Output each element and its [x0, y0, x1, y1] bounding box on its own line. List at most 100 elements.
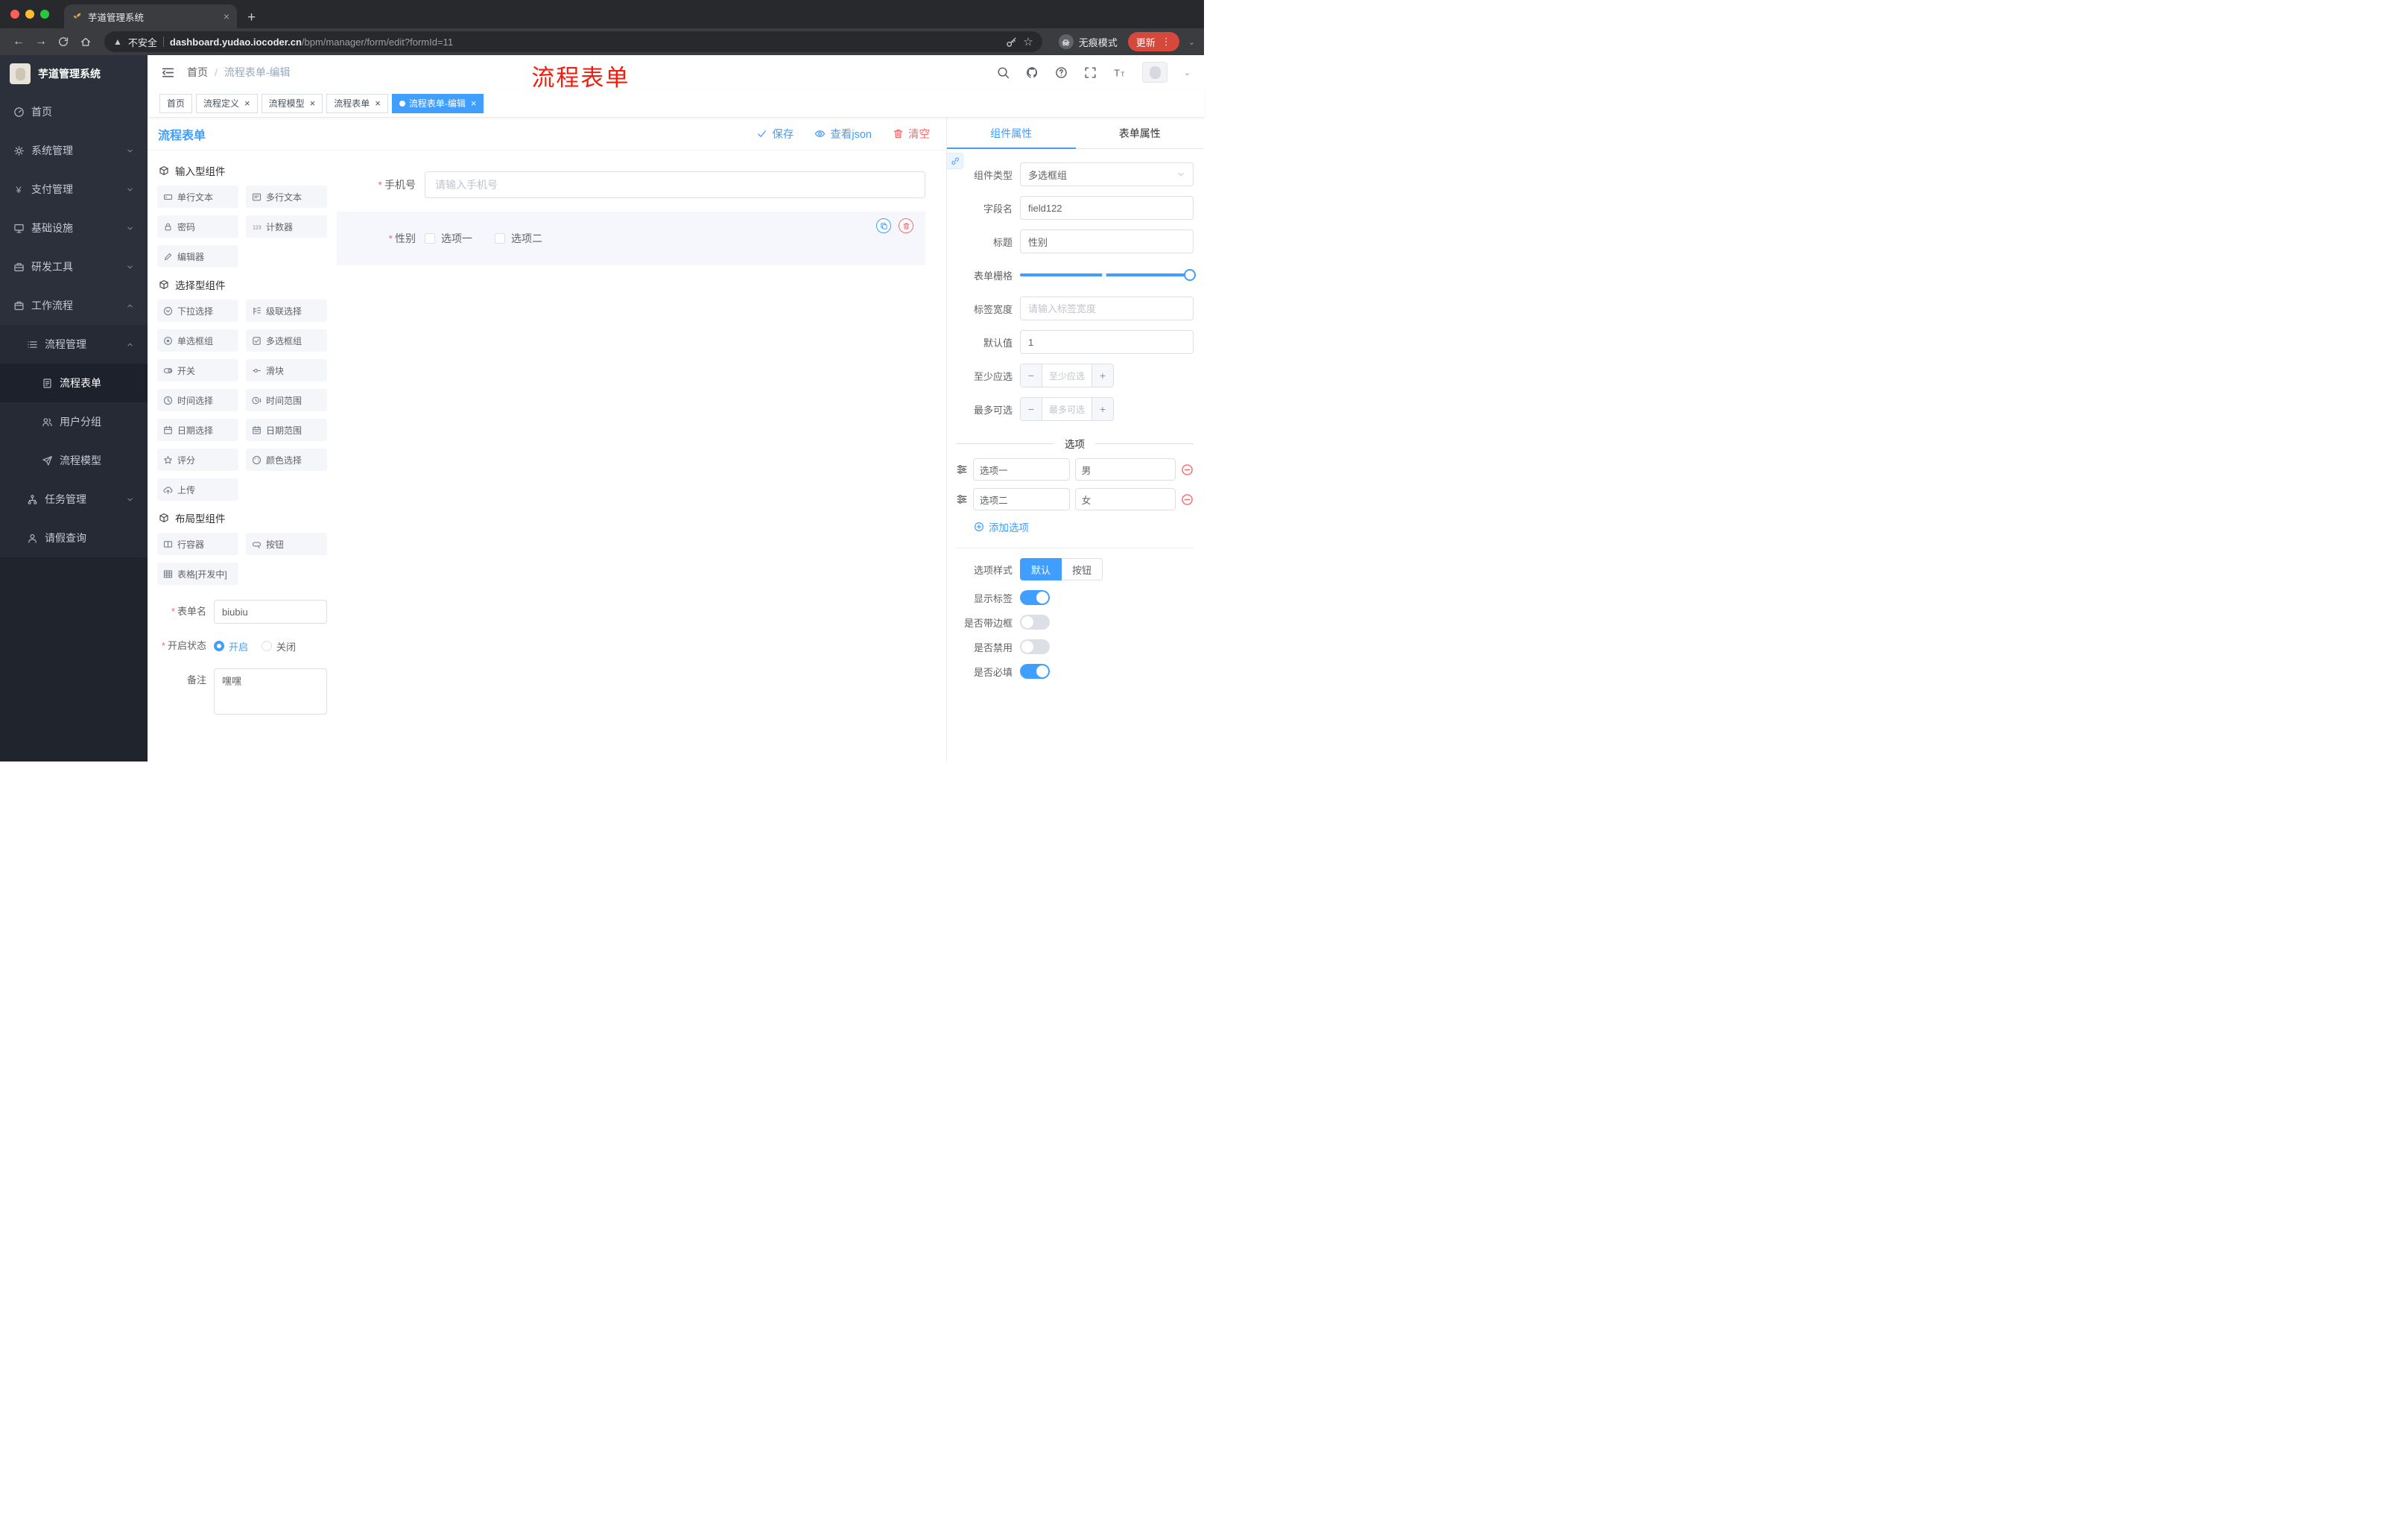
slider-track[interactable] — [1020, 269, 1196, 281]
palette-item-row-container[interactable]: 行容器 — [157, 533, 238, 555]
menu-dots-icon[interactable]: ⋮ — [1162, 36, 1171, 48]
sidebar-item-dev-tools[interactable]: 研发工具 — [0, 247, 148, 286]
back-button[interactable]: ← — [9, 32, 28, 51]
palette-item-table[interactable]: 表格[开发中] — [157, 563, 238, 585]
palette-item-editor[interactable]: 编辑器 — [157, 245, 238, 267]
sidebar-item-user-group[interactable]: 用户分组 — [0, 402, 148, 441]
form-remark-textarea[interactable]: 嘿嘿 — [214, 668, 327, 715]
tagview-home[interactable]: 首页 — [159, 93, 193, 113]
palette-item-single-line-text[interactable]: 单行文本 — [157, 186, 238, 208]
palette-item-select[interactable]: 下拉选择 — [157, 300, 238, 322]
app-logo[interactable]: 芋道管理系统 — [0, 55, 148, 92]
increase-button[interactable]: + — [1091, 364, 1113, 387]
field-name-input[interactable] — [1020, 196, 1194, 220]
home-button[interactable] — [76, 32, 95, 51]
checkbox-icon[interactable] — [495, 233, 505, 244]
sidebar-item-process-management[interactable]: 流程管理 — [0, 325, 148, 364]
tagview-process-model[interactable]: 流程模型 × — [261, 93, 323, 113]
label-width-input[interactable] — [1020, 297, 1194, 320]
copy-widget-button[interactable] — [876, 218, 891, 233]
option-value-input[interactable] — [1074, 488, 1176, 510]
add-option-button[interactable]: 添加选项 — [974, 519, 1194, 534]
forward-button[interactable]: → — [31, 32, 51, 51]
palette-item-slider[interactable]: 滑块 — [246, 359, 327, 381]
checkbox-option[interactable]: 选项一 — [425, 231, 472, 246]
switch-border[interactable] — [1020, 615, 1050, 630]
remove-option-icon[interactable] — [1181, 463, 1194, 476]
palette-item-radio-group[interactable]: 单选框组 — [157, 329, 238, 352]
palette-item-upload[interactable]: 上传 — [157, 478, 238, 501]
fullscreen-icon[interactable] — [1084, 66, 1097, 79]
view-json-button[interactable]: 查看json — [814, 126, 872, 142]
breadcrumb-home[interactable]: 首页 — [187, 65, 208, 80]
user-avatar[interactable] — [1141, 62, 1167, 83]
sidebar-item-system[interactable]: 系统管理 — [0, 131, 148, 170]
field-phone[interactable]: 手机号 — [337, 171, 925, 198]
font-size-icon[interactable]: TT — [1113, 66, 1126, 79]
close-window-button[interactable] — [10, 10, 19, 19]
switch-show-label[interactable] — [1020, 590, 1050, 605]
radio-disabled[interactable]: 关闭 — [262, 639, 296, 653]
sidebar-toggle-icon[interactable] — [161, 66, 175, 80]
palette-item-date-picker[interactable]: 日期选择 — [157, 419, 238, 441]
default-value-input[interactable] — [1020, 330, 1194, 354]
password-key-icon[interactable] — [1006, 37, 1017, 48]
clear-button[interactable]: 清空 — [893, 126, 930, 142]
tagview-process-form[interactable]: 流程表单 × — [326, 93, 388, 113]
sidebar-item-home[interactable]: 首页 — [0, 92, 148, 131]
palette-item-button[interactable]: 按钮 — [246, 533, 327, 555]
option-label-input[interactable] — [973, 488, 1070, 510]
form-canvas[interactable]: 手机号 性别 选项一 选项二 — [337, 151, 946, 762]
component-type-select[interactable]: 多选框组 — [1020, 162, 1194, 186]
palette-item-multi-line-text[interactable]: 多行文本 — [246, 186, 327, 208]
form-grid-slider[interactable] — [1020, 263, 1196, 287]
option-value-input[interactable] — [1074, 458, 1176, 481]
chevron-down-icon[interactable]: ⌄ — [1188, 37, 1195, 47]
form-name-input[interactable] — [214, 600, 327, 624]
minimize-window-button[interactable] — [25, 10, 34, 19]
field-gender-selected-widget[interactable]: 性别 选项一 选项二 — [337, 212, 925, 265]
drag-handle-icon[interactable] — [956, 463, 968, 475]
palette-item-rate[interactable]: 评分 — [157, 449, 238, 471]
github-icon[interactable] — [1026, 66, 1039, 79]
decrease-button[interactable]: − — [1021, 364, 1042, 387]
sidebar-item-leave-query[interactable]: 请假查询 — [0, 519, 148, 557]
palette-item-color-picker[interactable]: 颜色选择 — [246, 449, 327, 471]
collapse-handle[interactable] — [947, 153, 963, 169]
search-icon[interactable] — [997, 66, 1010, 79]
browser-tab[interactable]: 芋道管理系统 × — [64, 4, 237, 28]
option-label-input[interactable] — [973, 458, 1070, 481]
decrease-button[interactable]: − — [1021, 398, 1042, 420]
avatar-caret-icon[interactable]: ⌄ — [1184, 68, 1191, 77]
update-browser-button[interactable]: 更新 ⋮ — [1127, 32, 1179, 51]
sidebar-item-workflow[interactable]: 工作流程 — [0, 286, 148, 325]
address-bar[interactable]: ▲ 不安全 dashboard.yudao.iocoder.cn/bpm/man… — [104, 31, 1042, 52]
close-icon[interactable]: × — [375, 98, 381, 109]
sidebar-item-infrastructure[interactable]: 基础设施 — [0, 209, 148, 247]
remove-option-icon[interactable] — [1181, 493, 1194, 506]
palette-item-counter[interactable]: 123 计数器 — [246, 215, 327, 238]
tab-component-props[interactable]: 组件属性 — [947, 118, 1076, 149]
increase-button[interactable]: + — [1091, 398, 1113, 420]
tagview-process-form-edit[interactable]: 流程表单-编辑 × — [391, 93, 484, 113]
drag-handle-icon[interactable] — [956, 493, 968, 505]
checkbox-option[interactable]: 选项二 — [495, 231, 542, 246]
slider-handle[interactable] — [1184, 269, 1196, 281]
radio-enabled[interactable]: 开启 — [214, 639, 248, 653]
phone-input[interactable] — [425, 171, 925, 198]
switch-disabled[interactable] — [1020, 639, 1050, 654]
sidebar-item-payment[interactable]: ¥ 支付管理 — [0, 170, 148, 209]
close-icon[interactable]: × — [244, 98, 250, 109]
bookmark-star-icon[interactable]: ☆ — [1023, 35, 1033, 48]
palette-item-password[interactable]: 密码 — [157, 215, 238, 238]
close-icon[interactable]: × — [310, 98, 316, 109]
tagview-process-definition[interactable]: 流程定义 × — [196, 93, 258, 113]
reload-button[interactable] — [54, 32, 73, 51]
tab-form-props[interactable]: 表单属性 — [1076, 118, 1205, 148]
sidebar-item-task-management[interactable]: 任务管理 — [0, 480, 148, 519]
title-input[interactable] — [1020, 229, 1194, 253]
palette-item-cascader[interactable]: 级联选择 — [246, 300, 327, 322]
switch-required[interactable] — [1020, 664, 1050, 679]
palette-item-time-range[interactable]: 时间范围 — [246, 389, 327, 411]
palette-item-checkbox-group[interactable]: 多选框组 — [246, 329, 327, 352]
